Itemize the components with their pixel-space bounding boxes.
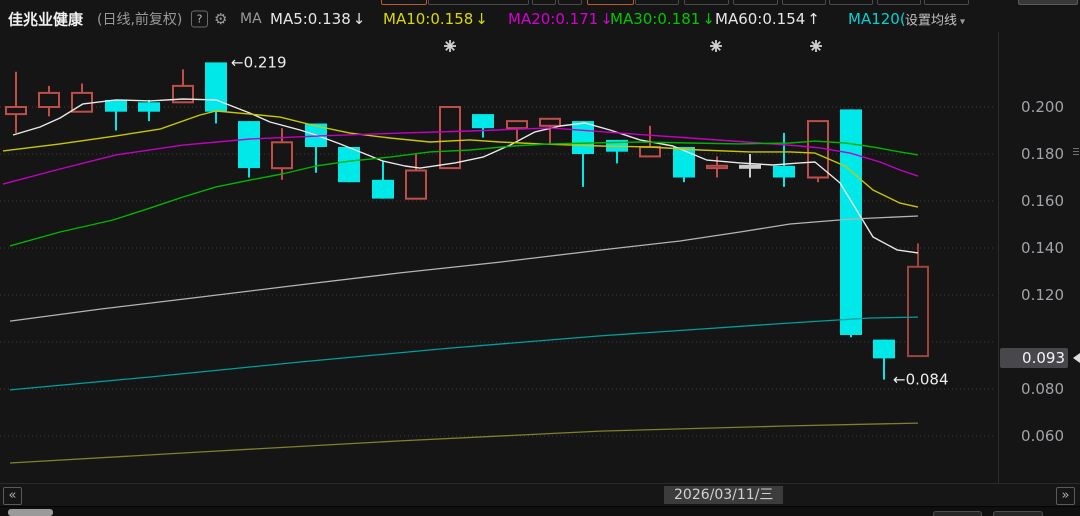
ma-legend-item-MA5: MA5:0.138↓ — [270, 10, 365, 28]
price-axis-label: 0.180 — [1000, 145, 1064, 163]
ma-line-MA30 — [10, 141, 918, 246]
price-annotation: ←0.219 — [231, 53, 287, 71]
cutoff-button[interactable] — [993, 511, 1043, 516]
ma-legend-item-MA60: MA60:0.154↑ — [715, 10, 820, 28]
price-axis-label: 0.160 — [1000, 192, 1064, 210]
price-axis-label: 0.140 — [1000, 239, 1064, 257]
axis-drag-handle[interactable] — [1073, 148, 1079, 157]
stock-app-window: { "header": { "title": "佳兆业健康", "subtitl… — [0, 0, 1080, 515]
date-label: 2026/03/11/三 — [664, 486, 783, 504]
price-axis-label: 0.080 — [1000, 380, 1064, 398]
axis-pointer-icon — [1073, 353, 1080, 363]
scroll-right-button[interactable]: » — [1056, 487, 1075, 505]
chart-header: 佳兆业健康 (日线,前复权) ? ⚙ MA MA5:0.138↓ MA10:0.1… — [0, 5, 1080, 32]
axis-divider — [998, 32, 999, 483]
ma-line-MA60 — [10, 216, 918, 321]
ma-legend-item-MA20: MA20:0.171↓ — [508, 10, 613, 28]
ma-legend-item-MA30: MA30:0.181↓ — [610, 10, 715, 28]
chart-region: ←0.219 ←0.084 0.200 0.180 0.160 0.140 0.120 0.… — [0, 32, 1080, 483]
ma-line-MA120 — [10, 317, 918, 390]
ma-line-MA-long — [10, 423, 918, 463]
price-axis-label: 0.200 — [1000, 98, 1064, 116]
ma-group-label: MA — [240, 11, 262, 27]
cutoff-button[interactable] — [933, 511, 982, 516]
gear-icon[interactable]: ⚙ — [214, 10, 227, 28]
last-price-badge: 0.093 — [1000, 348, 1068, 368]
chevron-down-icon: ▾ — [960, 16, 965, 27]
stock-title: 佳兆业健康 — [8, 8, 83, 29]
price-axis-label: 0.120 — [1000, 286, 1064, 304]
candlestick-chart[interactable]: ←0.219 ←0.084 — [0, 32, 998, 483]
ma-legend-item-MA10: MA10:0.158↓ — [383, 10, 488, 28]
ma-legend-item-MA120: MA120( — [848, 10, 906, 28]
period-adjust-label: (日线,前复权) — [97, 9, 182, 29]
scroll-left-button[interactable]: « — [3, 487, 22, 505]
ma-settings-label: 设置均线 — [905, 13, 957, 28]
timeline-bar: « 2026/03/11/三 » — [0, 483, 1080, 506]
help-button[interactable]: ? — [191, 10, 208, 27]
price-annotation: ←0.084 — [893, 371, 949, 389]
price-axis-label: 0.060 — [1000, 427, 1064, 445]
ma-settings-button[interactable]: 设置均线▾ — [905, 9, 965, 28]
